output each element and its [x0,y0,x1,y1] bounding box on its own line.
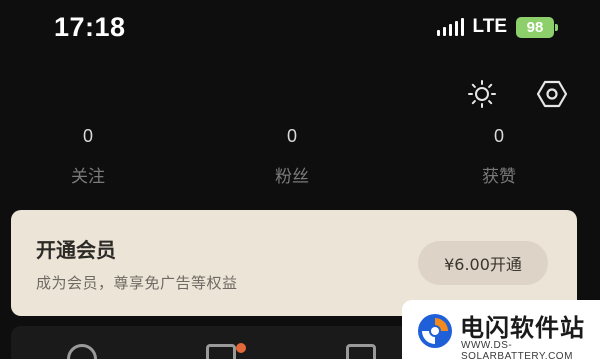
watermark-title: 电闪软件站 [460,314,585,342]
stat-label: 获赞 [482,167,516,187]
brightness-icon[interactable] [466,78,498,110]
battery-icon: 98 [516,16,558,38]
vip-subtitle: 成为会员，尊享免广告等权益 [36,274,238,292]
settings-icon[interactable] [536,78,568,110]
vip-subscribe-button[interactable]: ¥6.00开通 [418,241,548,285]
vip-title: 开通会员 [36,238,116,262]
stat-value: 0 [493,126,504,146]
watermark: 电闪软件站 WWW.DS-SOLARBATTERY.COM [402,300,600,359]
message-icon[interactable] [206,344,236,359]
stat-followers[interactable]: 0 粉丝 [252,124,332,187]
signal-icon [436,18,464,36]
network-type: LTE [472,16,507,37]
stat-label: 关注 [71,167,105,187]
battery-level: 98 [526,18,544,36]
stat-label: 粉丝 [275,167,309,187]
stat-following[interactable]: 0 关注 [48,124,128,187]
watermark-url: WWW.DS-SOLARBATTERY.COM [461,340,573,359]
stat-value: 0 [82,126,93,146]
status-indicators: LTE 98 [436,16,558,38]
download-icon[interactable] [346,344,376,359]
watermark-logo-icon [418,314,452,348]
notification-dot [236,343,246,353]
status-time: 17:18 [54,12,126,42]
stat-likes[interactable]: 0 获赞 [459,124,539,187]
stat-value: 0 [286,126,297,146]
